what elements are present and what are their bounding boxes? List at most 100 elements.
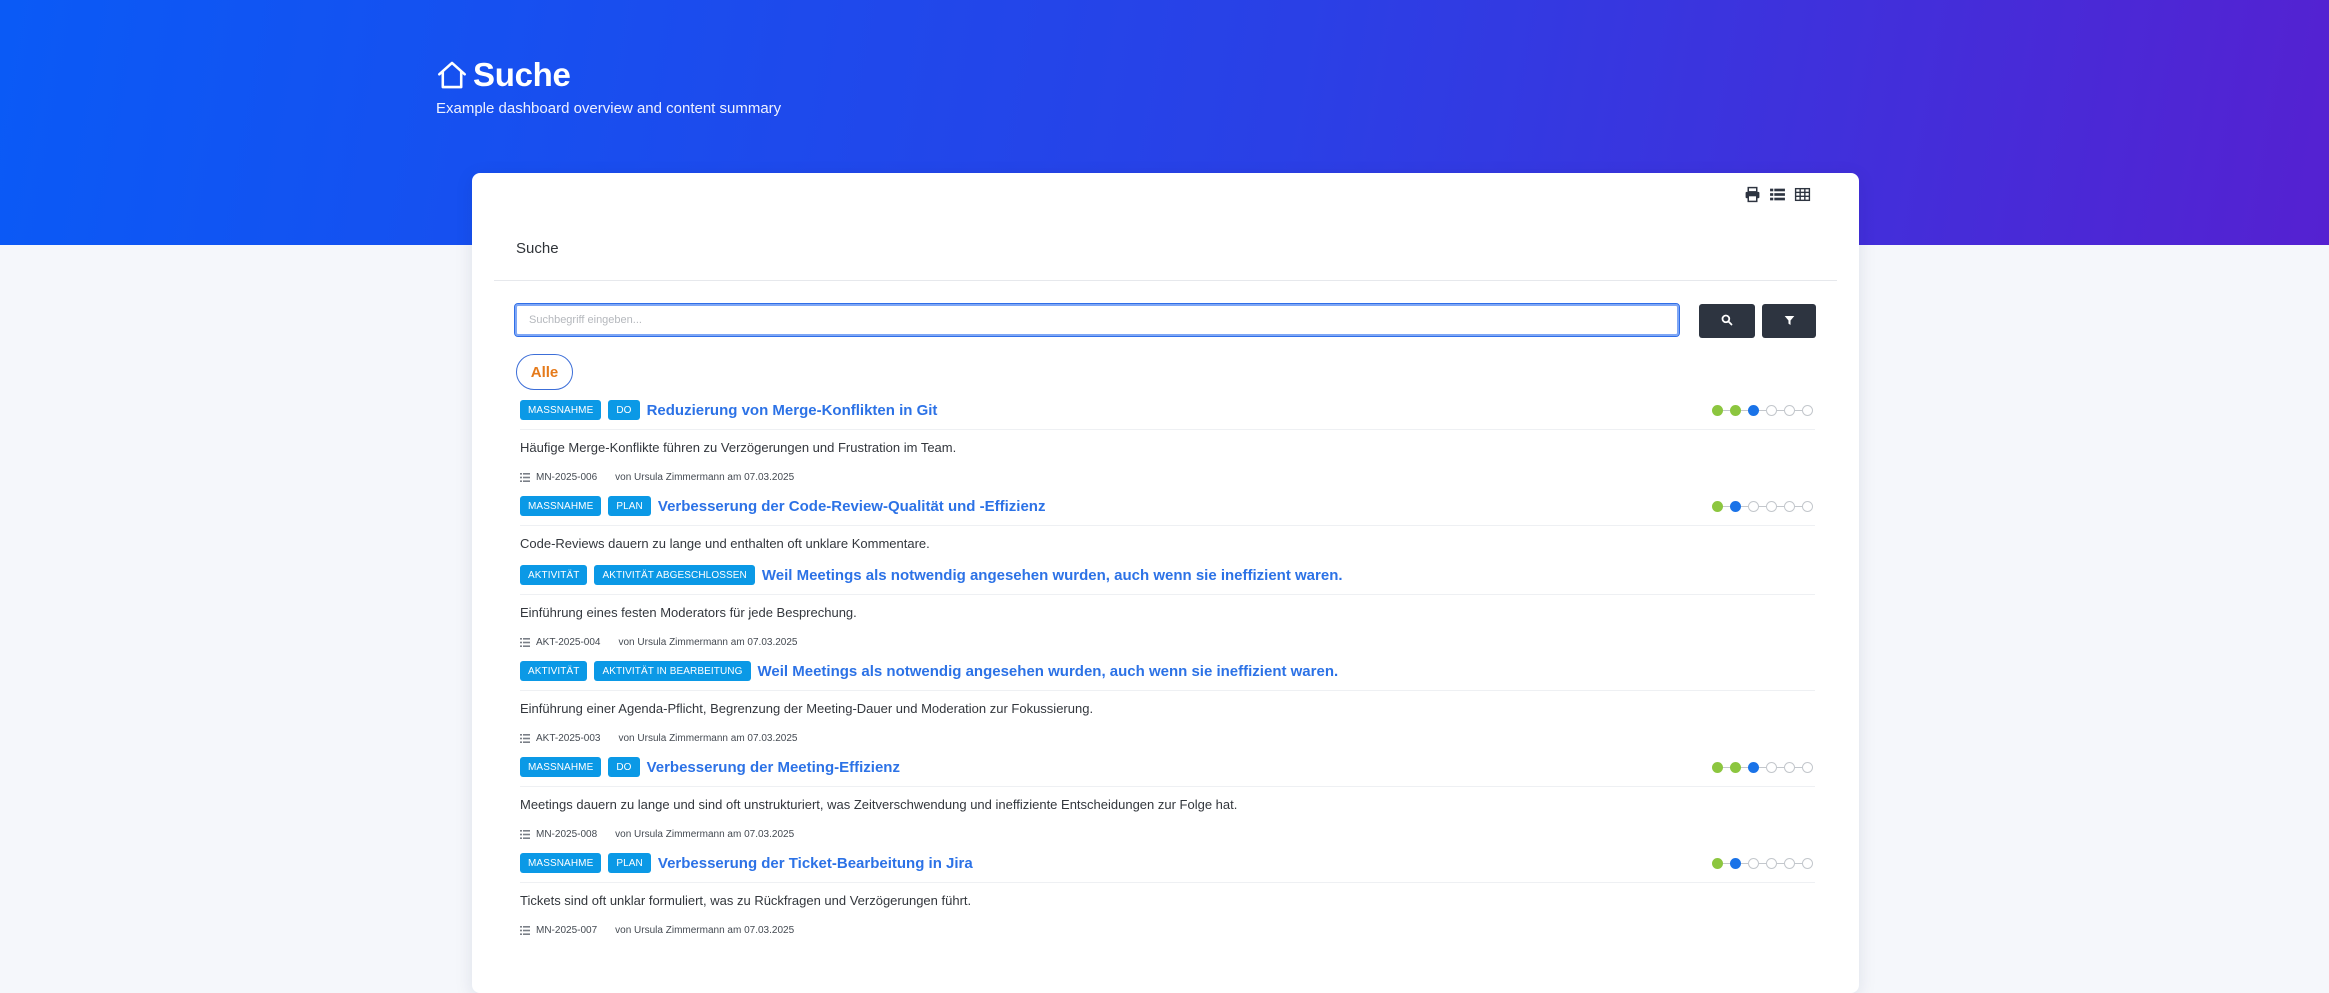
result-reference: MN-2025-008 (536, 829, 598, 840)
status-badge: AKTIVITÄT IN BEARBEITUNG (594, 661, 751, 681)
progress-step-pending (1802, 857, 1813, 869)
progress-steps (1712, 761, 1813, 773)
result-title-link[interactable]: Weil Meetings als notwendig angesehen wu… (758, 663, 1339, 680)
progress-connector (1723, 862, 1730, 864)
result-title-link[interactable]: Weil Meetings als notwendig angesehen wu… (762, 567, 1343, 584)
status-badge: DO (608, 400, 640, 420)
result-description: Einführung einer Agenda-Pflicht, Begrenz… (520, 701, 1094, 716)
result-item: MASSNAHME PLAN Verbesserung der Ticket-Bea… (520, 852, 1815, 936)
list-icon (520, 473, 530, 482)
result-meta: MN-2025-007 von Ursula Zimmermann am 07.0… (520, 925, 1815, 936)
progress-step-done (1712, 761, 1723, 773)
result-title-link[interactable]: Verbesserung der Ticket-Bearbeitung in J… (658, 855, 973, 872)
result-reference: MN-2025-006 (536, 472, 598, 483)
progress-step-pending (1802, 500, 1813, 512)
result-author-date: von Ursula Zimmermann am 07.03.2025 (615, 472, 795, 483)
table-view-icon[interactable] (1794, 186, 1811, 203)
page-title: Suche (435, 55, 571, 95)
result-header: MASSNAHME PLAN Verbesserung der Code-Revie… (520, 495, 1815, 526)
result-item: MASSNAHME DO Verbesserung der Meeting-Effi… (520, 756, 1815, 840)
result-header: MASSNAHME DO Reduzierung von Merge-Konflik… (520, 399, 1815, 430)
filter-button[interactable] (1762, 304, 1816, 338)
type-badge: MASSNAHME (520, 853, 602, 873)
list-icon (520, 926, 530, 935)
type-badge: AKTIVITÄT (520, 565, 588, 585)
result-item: AKTIVITÄT AKTIVITÄT IN BEARBEITUNG Weil Me… (520, 660, 1815, 744)
status-badge: AKTIVITÄT ABGESCHLOSSEN (594, 565, 755, 585)
progress-step-pending (1784, 857, 1795, 869)
progress-connector (1741, 505, 1748, 507)
progress-step-current (1748, 404, 1759, 416)
result-header: AKTIVITÄT AKTIVITÄT IN BEARBEITUNG Weil Me… (520, 660, 1815, 691)
progress-step-pending (1784, 761, 1795, 773)
list-view-icon[interactable] (1769, 186, 1786, 203)
progress-step-pending (1802, 404, 1813, 416)
search-button[interactable] (1699, 304, 1755, 338)
filter-icon (1784, 314, 1795, 329)
progress-step-done (1712, 404, 1723, 416)
progress-connector (1777, 862, 1784, 864)
progress-steps (1712, 404, 1813, 416)
search-card: Suche Alle MASSNAHME DO Reduzierung von Me… (472, 173, 1859, 993)
progress-step-pending (1784, 404, 1795, 416)
progress-connector (1759, 505, 1766, 507)
result-author-date: von Ursula Zimmermann am 07.03.2025 (615, 925, 795, 936)
result-title-link[interactable]: Reduzierung von Merge-Konflikten in Git (647, 402, 938, 419)
card-title: Suche (516, 240, 559, 257)
result-reference: MN-2025-007 (536, 925, 598, 936)
result-meta: AKT-2025-003 von Ursula Zimmermann am 07.… (520, 733, 1815, 744)
progress-connector (1741, 862, 1748, 864)
progress-steps (1712, 857, 1813, 869)
print-icon[interactable] (1744, 186, 1761, 203)
result-author-date: von Ursula Zimmermann am 07.03.2025 (615, 829, 795, 840)
progress-step-current (1730, 857, 1741, 869)
result-header: MASSNAHME PLAN Verbesserung der Ticket-Bea… (520, 852, 1815, 883)
result-title-link[interactable]: Verbesserung der Code-Review-Qualität un… (658, 498, 1046, 515)
progress-connector (1723, 766, 1730, 768)
progress-step-done (1730, 761, 1741, 773)
progress-step-current (1730, 500, 1741, 512)
progress-connector (1777, 766, 1784, 768)
result-description: Meetings dauern zu lange und sind oft un… (520, 797, 1238, 812)
list-icon (520, 734, 530, 743)
search-input[interactable] (514, 303, 1680, 337)
result-item: MASSNAHME PLAN Verbesserung der Code-Revie… (520, 495, 1815, 551)
progress-connector (1795, 766, 1802, 768)
result-title-link[interactable]: Verbesserung der Meeting-Effizienz (647, 759, 900, 776)
result-item: MASSNAHME DO Reduzierung von Merge-Konflik… (520, 399, 1815, 483)
progress-step-done (1712, 500, 1723, 512)
progress-step-done (1730, 404, 1741, 416)
progress-connector (1795, 505, 1802, 507)
result-header: AKTIVITÄT AKTIVITÄT ABGESCHLOSSEN Weil Mee… (520, 564, 1815, 595)
progress-connector (1759, 766, 1766, 768)
status-badge: PLAN (608, 496, 651, 516)
progress-step-pending (1766, 857, 1777, 869)
progress-step-pending (1802, 761, 1813, 773)
type-badge: MASSNAHME (520, 400, 602, 420)
type-badge: MASSNAHME (520, 757, 602, 777)
progress-connector (1723, 505, 1730, 507)
page-subtitle: Example dashboard overview and content s… (436, 100, 782, 117)
progress-connector (1759, 862, 1766, 864)
progress-step-pending (1766, 761, 1777, 773)
progress-connector (1741, 766, 1748, 768)
type-badge: AKTIVITÄT (520, 661, 588, 681)
page-title-text: Suche (473, 56, 571, 93)
result-reference: AKT-2025-003 (536, 733, 601, 744)
result-description: Code-Reviews dauern zu lange und enthalt… (520, 536, 930, 551)
progress-step-pending (1748, 857, 1759, 869)
result-meta: AKT-2025-004 von Ursula Zimmermann am 07.… (520, 637, 1815, 648)
result-reference: AKT-2025-004 (536, 637, 601, 648)
progress-steps (1712, 500, 1813, 512)
result-description: Tickets sind oft unklar formuliert, was … (520, 893, 972, 908)
filter-pill-alle[interactable]: Alle (516, 354, 573, 390)
status-badge: PLAN (608, 853, 651, 873)
list-icon (520, 830, 530, 839)
divider (494, 280, 1837, 281)
type-badge: MASSNAHME (520, 496, 602, 516)
status-badge: DO (608, 757, 640, 777)
result-description: Häufige Merge-Konflikte führen zu Verzög… (520, 440, 957, 455)
result-header: MASSNAHME DO Verbesserung der Meeting-Effi… (520, 756, 1815, 787)
result-meta: MN-2025-006 von Ursula Zimmermann am 07.0… (520, 472, 1815, 483)
result-meta: MN-2025-008 von Ursula Zimmermann am 07.0… (520, 829, 1815, 840)
